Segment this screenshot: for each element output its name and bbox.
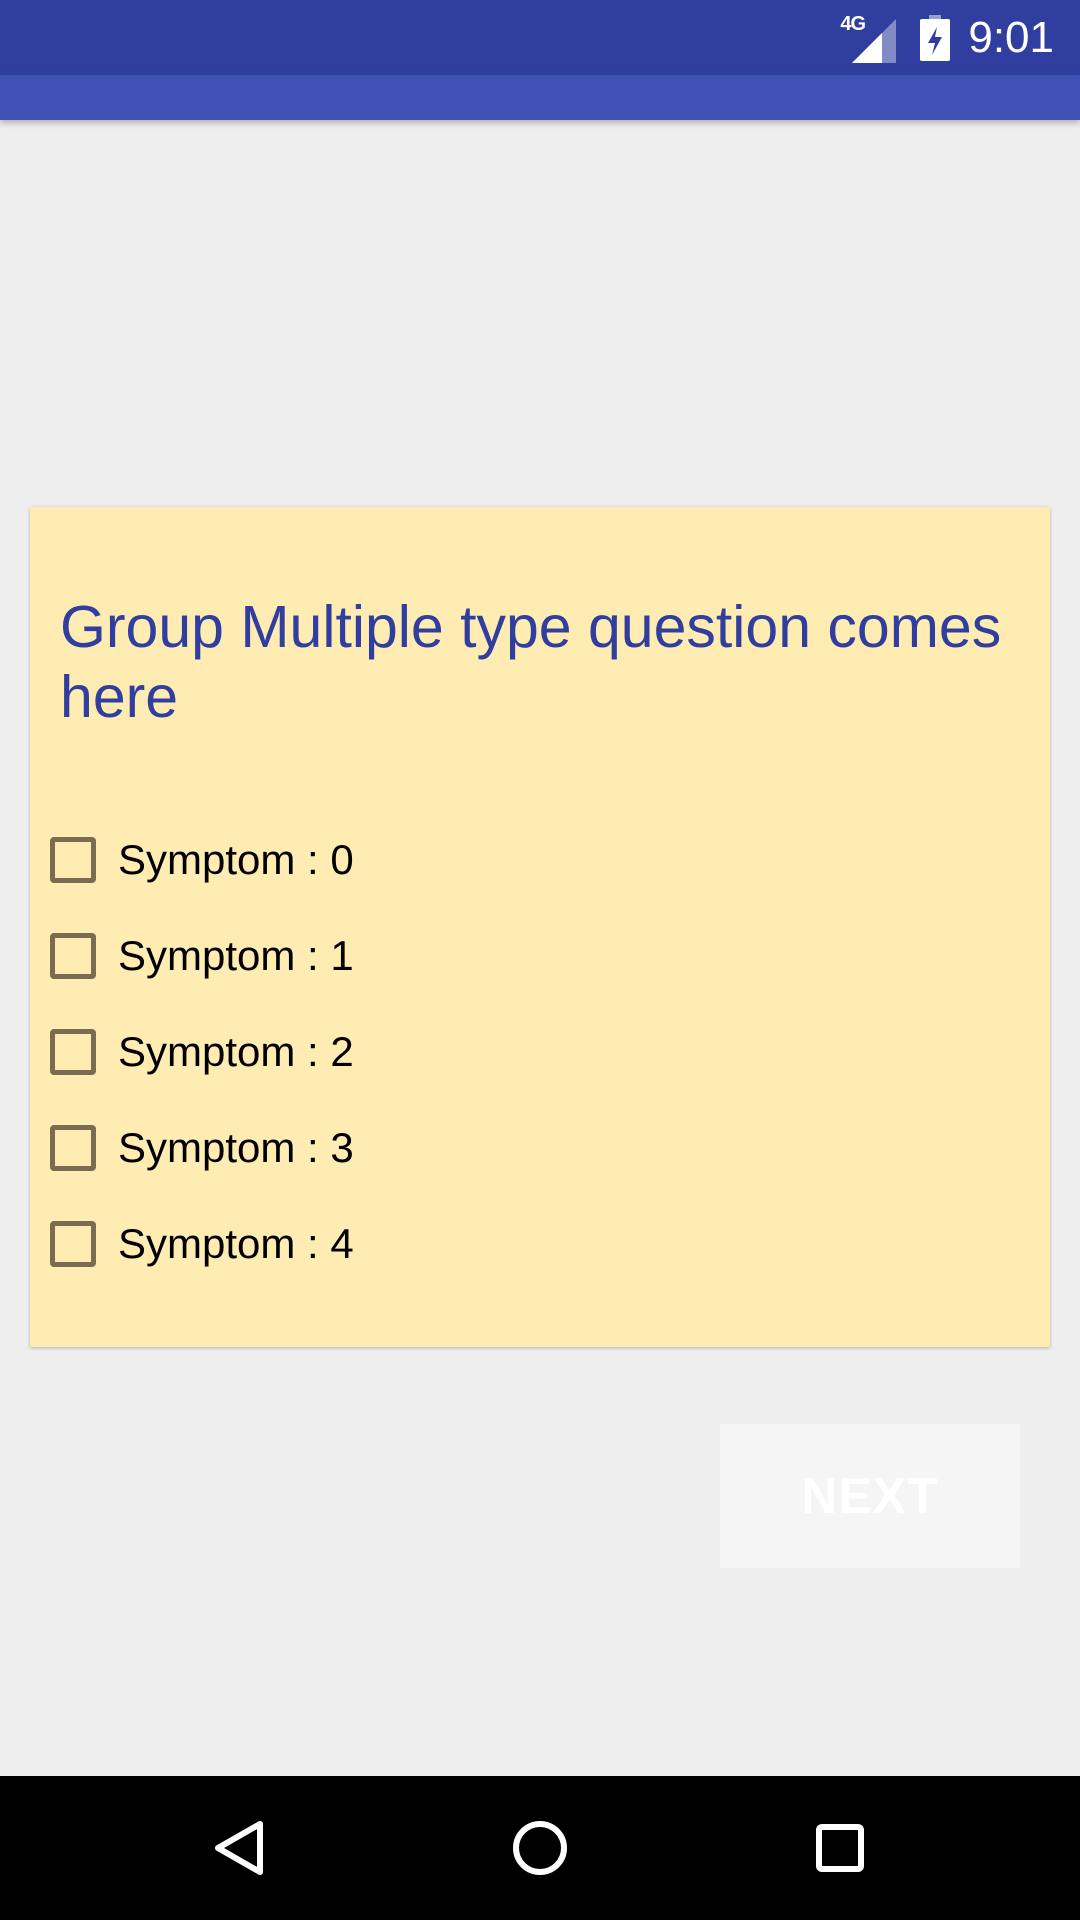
option-label: Symptom : 3: [118, 1124, 354, 1171]
home-button[interactable]: [480, 1776, 600, 1920]
option-label: Symptom : 0: [118, 836, 354, 883]
checkbox[interactable]: [50, 1125, 96, 1171]
status-bar: 4G 9:01: [0, 0, 1080, 75]
option-symptom-4[interactable]: Symptom : 4: [50, 1196, 354, 1292]
app-bar: [0, 75, 1080, 120]
back-icon: [215, 1821, 263, 1875]
signal-icon: [852, 18, 897, 63]
question-text: Group Multiple type question comes here: [60, 594, 1002, 730]
option-symptom-3[interactable]: Symptom : 3: [50, 1100, 354, 1196]
option-label: Symptom : 1: [118, 932, 354, 979]
checkbox[interactable]: [50, 1221, 96, 1267]
recents-button[interactable]: [780, 1776, 900, 1920]
option-label: Symptom : 2: [118, 1028, 354, 1075]
option-symptom-1[interactable]: Symptom : 1: [50, 908, 354, 1004]
option-symptom-2[interactable]: Symptom : 2: [50, 1004, 354, 1100]
question-card: Group Multiple type question comes here …: [30, 507, 1050, 1347]
battery-charging-icon: [920, 14, 951, 61]
checkbox[interactable]: [50, 933, 96, 979]
navigation-bar: [0, 1776, 1080, 1920]
recents-icon: [816, 1824, 864, 1872]
network-indicator: 4G: [840, 13, 897, 63]
home-icon: [513, 1821, 567, 1875]
option-symptom-0[interactable]: Symptom : 0: [50, 812, 354, 908]
status-icons: 4G 9:01: [840, 0, 1054, 75]
checkbox[interactable]: [50, 1029, 96, 1075]
option-list: Symptom : 0 Symptom : 1 Symptom : 2 Symp…: [50, 812, 354, 1292]
back-button[interactable]: [180, 1776, 300, 1920]
option-label: Symptom : 4: [118, 1220, 354, 1267]
checkbox[interactable]: [50, 837, 96, 883]
clock: 9:01: [968, 13, 1054, 62]
next-button[interactable]: NEXT: [720, 1424, 1020, 1568]
